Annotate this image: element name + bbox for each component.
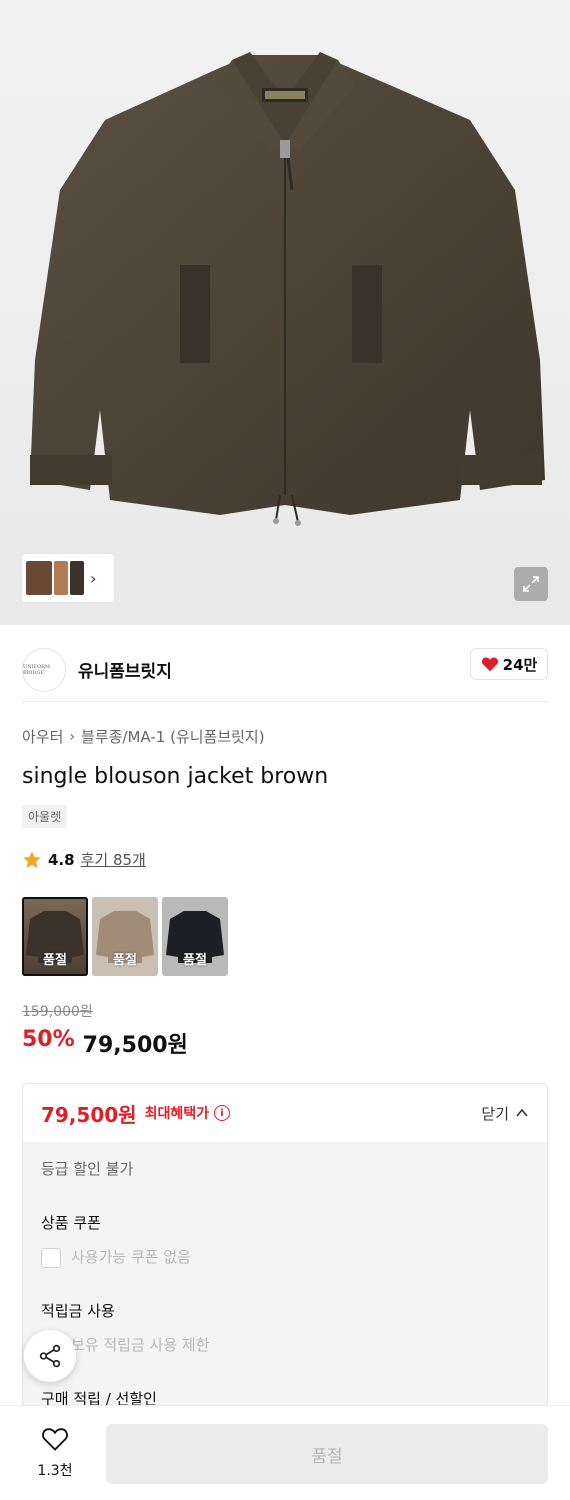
share-button[interactable] (24, 1330, 76, 1382)
chevron-up-icon (516, 1108, 528, 1117)
coupon-row: 사용가능 쿠폰 없음 (41, 1246, 191, 1268)
share-icon (39, 1344, 61, 1368)
brand-name[interactable]: 유니폼브릿지 (78, 657, 172, 682)
brand-logo[interactable]: UNIFORM BRIDGE (22, 647, 66, 692)
thumbnail-dark (70, 561, 84, 595)
expand-icon (523, 576, 539, 592)
breadcrumb-item-blouson[interactable]: 블루종/MA-1 (유니폼브릿지) (81, 726, 265, 747)
chevron-right-icon: › (90, 568, 97, 588)
heart-filled-icon (481, 657, 498, 672)
brand-like-button[interactable]: 24만 (470, 648, 548, 680)
wish-count: 1.3천 (37, 1463, 73, 1479)
rating-score: 4.8 (48, 850, 75, 869)
close-label: 닫기 (481, 1104, 509, 1123)
heart-outline-icon (42, 1428, 68, 1451)
expand-image-button[interactable] (514, 567, 548, 601)
benefit-label: 최대혜택가 (144, 1106, 209, 1122)
points-title: 적립금 사용 (41, 1302, 115, 1320)
rating-row: 4.8 후기 85개 (22, 849, 146, 870)
benefit-body: 등급 할인 불가 상품 쿠폰 사용가능 쿠폰 없음 적립금 사용 보유 적립금 … (23, 1142, 547, 1422)
info-icon[interactable]: i (213, 1105, 230, 1121)
color-option-black[interactable]: 품절 (162, 897, 228, 976)
soldout-label: 품절 (183, 953, 207, 968)
bottom-action-bar: 1.3천 품절 (0, 1405, 570, 1500)
product-hero-image[interactable]: › (0, 0, 570, 625)
reviews-link[interactable]: 후기 85개 (81, 849, 146, 870)
benefit-close-button[interactable]: 닫기 (481, 1103, 529, 1124)
discount-rate: 50% (22, 1027, 75, 1052)
color-option-beige[interactable]: 품절 (92, 897, 158, 976)
star-icon (23, 850, 41, 868)
benefit-header: 79,500원 최대혜택가 i 닫기 (23, 1084, 547, 1142)
original-price: 159,000원 (22, 1004, 93, 1020)
jacket-illustration (30, 52, 545, 526)
thumbnail-brown (26, 561, 52, 595)
brand-row: UNIFORM BRIDGE 유니폼브릿지 24만 (22, 638, 548, 702)
soldout-label: 품절 (43, 953, 67, 968)
thumbnail-tan (54, 561, 68, 595)
image-thumbnail-strip[interactable]: › (22, 554, 114, 602)
price-row: 50% 79,500원 (22, 1027, 188, 1059)
breadcrumb-item-outer[interactable]: 아우터 (22, 726, 63, 747)
coupon-checkbox[interactable] (41, 1247, 61, 1268)
coupon-placeholder: 사용가능 쿠폰 없음 (71, 1248, 191, 1266)
soldout-label: 품절 (113, 953, 137, 968)
coupon-title: 상품 쿠폰 (41, 1214, 101, 1232)
chevron-right-icon: › (69, 728, 76, 745)
points-placeholder: 보유 적립금 사용 제한 (71, 1336, 210, 1354)
buy-button[interactable]: 품절 (106, 1424, 548, 1484)
sale-price: 79,500원 (82, 1033, 188, 1058)
grade-discount-text: 등급 할인 불가 (41, 1160, 134, 1178)
outlet-tag: 아울렛 (22, 805, 68, 828)
wishlist-button[interactable]: 1.3천 (30, 1426, 80, 1480)
color-option-brown[interactable]: 품절 (22, 897, 88, 976)
benefit-price: 79,500원 (41, 1102, 137, 1127)
breadcrumb: 아우터 › 블루종/MA-1 (유니폼브릿지) (22, 726, 265, 747)
product-title: single blouson jacket brown (22, 764, 329, 789)
color-options: 품절 품절 품절 (22, 897, 228, 976)
brand-like-count: 24만 (502, 655, 538, 674)
max-benefit-panel: 79,500원 최대혜택가 i 닫기 등급 할인 불가 상품 쿠폰 사용가능 쿠… (22, 1083, 548, 1423)
